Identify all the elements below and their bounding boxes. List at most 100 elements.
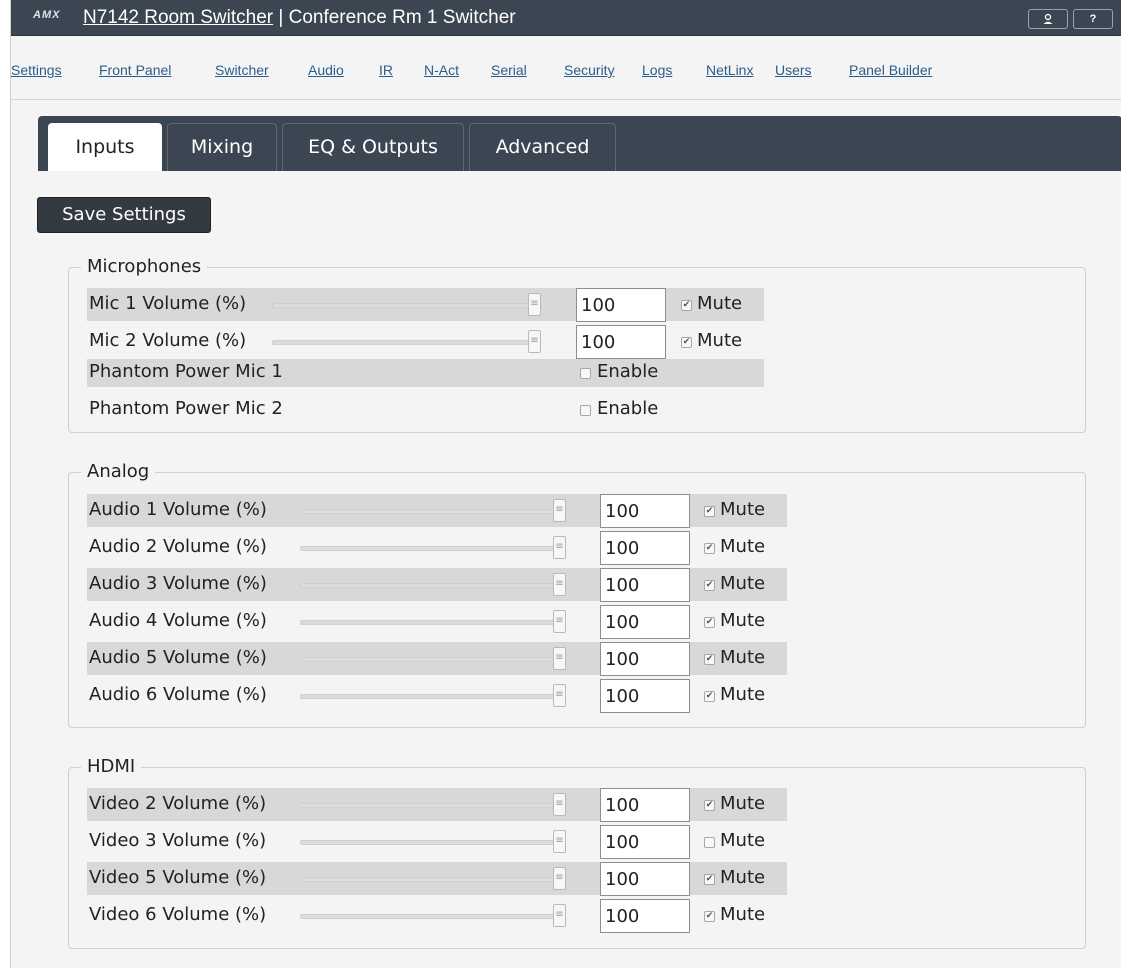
video-3-volume-label: Video 3 Volume (%) [89,830,267,851]
audio-6-volume-slider-handle[interactable]: ≡ [553,684,566,707]
phantom-power-mic-2-enable-label: Enable [597,398,659,419]
audio-6-volume-row: Audio 6 Volume (%) ≡ ✔ Mute [87,679,787,714]
video-5-volume-slider-track[interactable] [300,877,562,882]
nav-link-security[interactable]: Security [564,62,615,78]
mic-2-volume-value-input[interactable] [576,325,666,359]
audio-4-volume-slider-handle[interactable]: ≡ [553,610,566,633]
audio-3-volume-row: Audio 3 Volume (%) ≡ ✔ Mute [87,568,787,603]
video-6-volume-label: Video 6 Volume (%) [89,904,267,925]
nav-link-front-panel[interactable]: Front Panel [99,62,171,78]
nav-link-n-act[interactable]: N-Act [424,62,459,78]
audio-3-volume-mute-label: Mute [720,573,766,594]
audio-1-volume-slider-handle[interactable]: ≡ [553,499,566,522]
analog-legend: Analog [81,461,156,483]
nav-link-switcher[interactable]: Switcher [215,62,269,78]
video-5-volume-slider-handle[interactable]: ≡ [553,867,566,890]
audio-3-volume-slider-handle[interactable]: ≡ [553,573,566,596]
phantom-power-mic-1-enable-label: Enable [597,361,659,382]
mic-1-volume-mute-checkbox[interactable]: ✔ [681,300,692,311]
microphones-legend: Microphones [81,256,208,278]
page-title: N7142 Room Switcher | Conference Rm 1 Sw… [83,7,516,29]
nav-link-users[interactable]: Users [775,62,812,78]
audio-4-volume-value-input[interactable] [600,605,690,639]
audio-5-volume-slider-handle[interactable]: ≡ [553,647,566,670]
tab-advanced[interactable]: Advanced [469,123,616,171]
audio-6-volume-mute-checkbox[interactable]: ✔ [704,691,715,702]
audio-1-volume-label: Audio 1 Volume (%) [89,499,267,520]
audio-6-volume-label: Audio 6 Volume (%) [89,684,267,705]
device-link[interactable]: N7142 Room Switcher [83,7,273,28]
nav-link-logs[interactable]: Logs [642,62,672,78]
nav-link-ir[interactable]: IR [379,62,393,78]
video-5-volume-mute-label: Mute [720,867,766,888]
audio-2-volume-mute-checkbox[interactable]: ✔ [704,543,715,554]
audio-6-volume-value-input[interactable] [600,679,690,713]
audio-5-volume-slider-track[interactable] [300,657,562,662]
audio-2-volume-slider-track[interactable] [300,546,562,551]
mic-2-volume-mute-checkbox[interactable]: ✔ [681,337,692,348]
audio-3-volume-label: Audio 3 Volume (%) [89,573,267,594]
video-6-volume-slider-handle[interactable]: ≡ [553,904,566,927]
tab-inputs[interactable]: Inputs [48,123,162,171]
audio-4-volume-slider-track[interactable] [300,620,562,625]
video-2-volume-slider-track[interactable] [300,803,562,808]
audio-2-volume-slider-handle[interactable]: ≡ [553,536,566,559]
audio-3-volume-slider-track[interactable] [300,583,562,588]
video-3-volume-mute-checkbox[interactable] [704,837,715,848]
audio-3-volume-mute-checkbox[interactable]: ✔ [704,580,715,591]
save-settings-button[interactable]: Save Settings [37,197,211,233]
nav-link-audio[interactable]: Audio [308,62,344,78]
audio-1-volume-slider-track[interactable] [300,509,562,514]
audio-1-volume-value-input[interactable] [600,494,690,528]
room-title: Conference Rm 1 Switcher [288,7,516,28]
video-2-volume-slider-handle[interactable]: ≡ [553,793,566,816]
mic-1-volume-slider-handle[interactable]: ≡ [528,293,541,316]
audio-1-volume-mute-label: Mute [720,499,766,520]
video-5-volume-mute-checkbox[interactable]: ✔ [704,874,715,885]
video-6-volume-mute-checkbox[interactable]: ✔ [704,911,715,922]
mic-2-volume-slider-track[interactable] [272,340,534,345]
video-5-volume-value-input[interactable] [600,862,690,896]
audio-5-volume-value-input[interactable] [600,642,690,676]
video-2-volume-value-input[interactable] [600,788,690,822]
mic-1-volume-value-input[interactable] [576,288,666,322]
audio-3-volume-value-input[interactable] [600,568,690,602]
audio-6-volume-mute-label: Mute [720,684,766,705]
mic-2-volume-mute-label: Mute [697,330,743,351]
mic-1-volume-mute-label: Mute [697,293,743,314]
video-3-volume-row: Video 3 Volume (%) ≡ Mute [87,825,787,860]
audio-2-volume-mute-label: Mute [720,536,766,557]
audio-5-volume-mute-checkbox[interactable]: ✔ [704,654,715,665]
nav-link-panel-builder[interactable]: Panel Builder [849,62,932,78]
phantom-power-mic-1-enable-checkbox[interactable] [580,368,591,379]
mic-2-volume-slider-handle[interactable]: ≡ [528,330,541,353]
audio-2-volume-row: Audio 2 Volume (%) ≡ ✔ Mute [87,531,787,566]
mic-1-volume-row: Mic 1 Volume (%) ≡ ✔ Mute [87,288,787,323]
tab-eq-outputs[interactable]: EQ & Outputs [282,123,464,171]
video-3-volume-slider-handle[interactable]: ≡ [553,830,566,853]
title-bar: AMX N7142 Room Switcher | Conference Rm … [11,0,1121,36]
video-3-volume-slider-track[interactable] [300,840,562,845]
audio-4-volume-row: Audio 4 Volume (%) ≡ ✔ Mute [87,605,787,640]
video-2-volume-label: Video 2 Volume (%) [89,793,267,814]
mic-1-volume-label: Mic 1 Volume (%) [89,293,247,314]
audio-4-volume-mute-checkbox[interactable]: ✔ [704,617,715,628]
audio-1-volume-mute-checkbox[interactable]: ✔ [704,506,715,517]
mic-2-volume-label: Mic 2 Volume (%) [89,330,247,351]
phantom-power-mic-2-enable-checkbox[interactable] [580,405,591,416]
video-6-volume-slider-track[interactable] [300,914,562,919]
nav-link-netlinx[interactable]: NetLinx [706,62,753,78]
video-2-volume-mute-checkbox[interactable]: ✔ [704,800,715,811]
tab-mixing[interactable]: Mixing [167,123,277,171]
video-2-volume-mute-label: Mute [720,793,766,814]
nav-link-settings[interactable]: Settings [11,62,62,78]
video-6-volume-value-input[interactable] [600,899,690,933]
audio-6-volume-slider-track[interactable] [300,694,562,699]
nav-link-serial[interactable]: Serial [491,62,527,78]
help-button[interactable]: ? [1073,9,1113,29]
user-button[interactable] [1028,9,1068,29]
audio-2-volume-value-input[interactable] [600,531,690,565]
video-2-volume-row: Video 2 Volume (%) ≡ ✔ Mute [87,788,787,823]
mic-1-volume-slider-track[interactable] [272,303,534,308]
video-3-volume-value-input[interactable] [600,825,690,859]
